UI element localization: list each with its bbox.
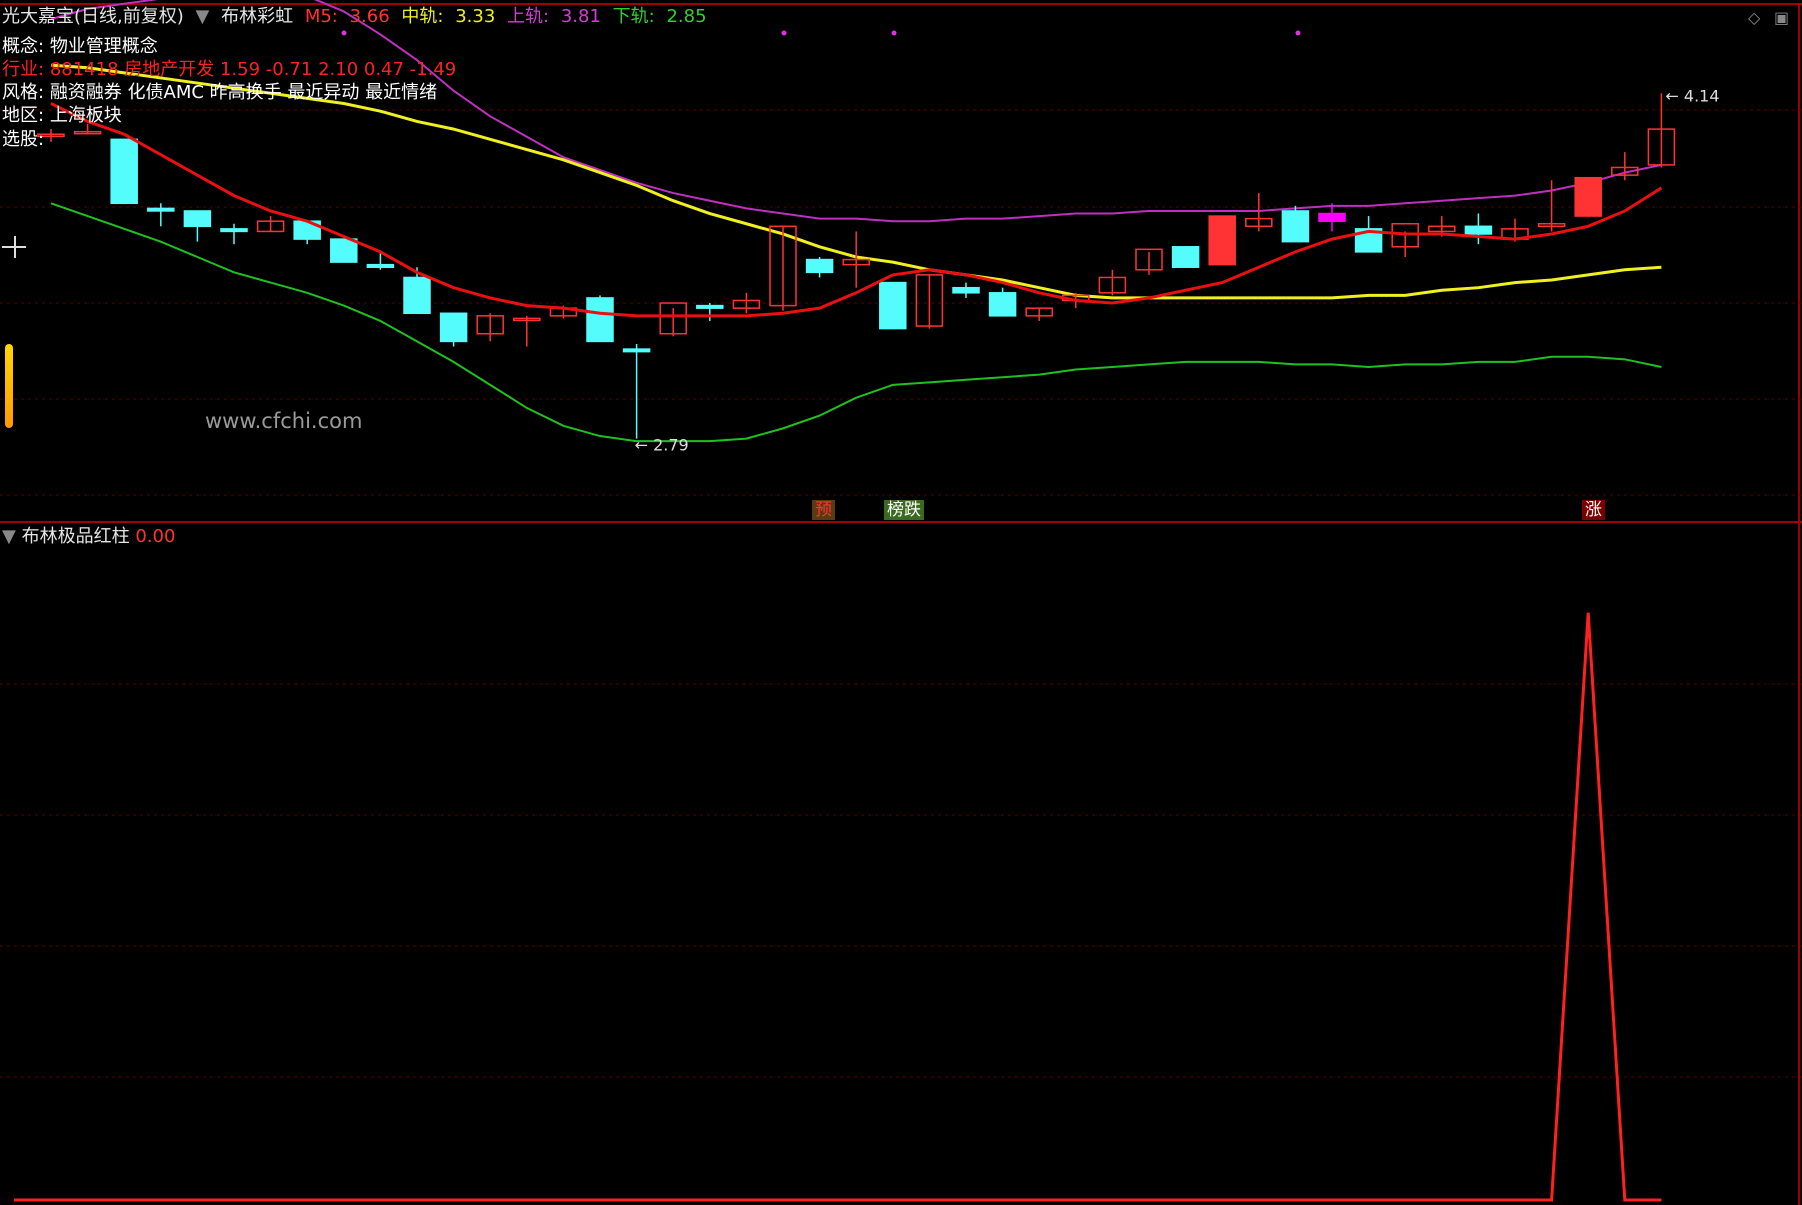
top-marker-dot: [781, 30, 787, 36]
candle-body: [622, 348, 651, 353]
info-concept: 概念: 物业管理概念: [2, 36, 158, 58]
upper-band-line: [50, 0, 1662, 223]
info-style: 风格: 融资融券 化债AMC 昨高换手 最近异动 最近情绪: [2, 82, 437, 104]
upper-label: 上轨: 3.81: [507, 6, 607, 27]
window-icon[interactable]: ▣: [1774, 8, 1789, 27]
signal-label-rise: 涨: [1582, 500, 1605, 520]
candle-body: [988, 292, 1017, 317]
top-marker-dot: [1295, 30, 1301, 36]
upper-value: 3.81: [560, 6, 601, 27]
candle-body: [1574, 176, 1602, 217]
style-value[interactable]: 融资融券 化债AMC 昨高换手 最近异动 最近情绪: [50, 82, 437, 103]
sub-indicator-name[interactable]: 布林极品红柱: [22, 526, 130, 547]
high-price-annotation: ← 4.14: [1665, 86, 1719, 105]
collapse-icon[interactable]: ▼: [196, 6, 210, 27]
sub-indicator-chart[interactable]: [0, 524, 1802, 1205]
candle-body: [403, 276, 431, 315]
lower-label: 下轨: 2.85: [613, 6, 713, 27]
candle-body: [110, 138, 138, 205]
mid-label: 中轨: 3.33: [401, 6, 501, 27]
candle-body: [1171, 246, 1200, 268]
watermark: www.cfchi.com: [205, 409, 363, 433]
low-price-annotation: ← 2.79: [635, 436, 689, 455]
m5-value: 3.66: [349, 6, 390, 27]
candle-body: [696, 304, 724, 309]
concept-value[interactable]: 物业管理概念: [50, 36, 158, 57]
candle-body: [366, 263, 395, 268]
candle-body: [330, 238, 358, 263]
top-marker-dot: [341, 30, 347, 36]
sub-collapse-icon[interactable]: ▼: [2, 526, 16, 547]
top-marker-dot: [891, 30, 897, 36]
candle-body: [439, 312, 468, 343]
candle-body: [183, 210, 212, 228]
m5-label-text: M5:: [304, 6, 338, 27]
header-legend: 光大嘉宝(日线,前复权) ▼ 布林彩虹 M5: 3.66 中轨: 3.33 上轨…: [2, 6, 713, 28]
mid-label-text: 中轨:: [401, 6, 444, 27]
candle-body: [1318, 212, 1346, 222]
mid-value: 3.33: [455, 6, 496, 27]
position-bar[interactable]: [5, 344, 13, 428]
style-label: 风格:: [2, 82, 45, 103]
upper-label-text: 上轨:: [507, 6, 550, 27]
region-label: 地区:: [2, 105, 45, 126]
concept-label: 概念:: [2, 36, 45, 57]
candle-body: [220, 228, 248, 233]
signal-label-drop: 榜跌: [884, 500, 924, 520]
region-value[interactable]: 上海板块: [50, 105, 122, 126]
info-industry: 行业: 881418 房地产开发 1.59 -0.71 2.10 0.47 -1…: [2, 59, 456, 81]
sub-indicator-value: 0.00: [135, 526, 176, 547]
candle-body: [805, 258, 834, 274]
lower-value: 2.85: [666, 6, 707, 27]
candle-body: [586, 297, 614, 343]
industry-label: 行业:: [2, 59, 45, 80]
candle-body: [879, 281, 907, 330]
candle-body: [1281, 210, 1310, 243]
sub-legend: ▼ 布林极品红柱 0.00: [2, 526, 175, 548]
indicator-name[interactable]: 布林彩虹: [221, 6, 293, 27]
info-region: 地区: 上海板块: [2, 105, 122, 127]
signal-label-pre: 预: [812, 500, 835, 520]
sub-series-line: [14, 612, 1662, 1202]
candle-body: [147, 207, 175, 212]
crosshair-cursor-vertical: [14, 236, 16, 258]
pick-label: 选股:: [2, 129, 45, 150]
lower-label-text: 下轨:: [612, 6, 655, 27]
m5-label: M5: 3.66: [305, 6, 396, 27]
diamond-icon[interactable]: ◇: [1748, 8, 1760, 27]
industry-value[interactable]: 881418 房地产开发 1.59 -0.71 2.10 0.47 -1.49: [50, 59, 456, 80]
candle-body: [1208, 215, 1236, 266]
stock-title[interactable]: 光大嘉宝(日线,前复权): [2, 6, 184, 27]
info-pick: 选股:: [2, 129, 44, 151]
candle-body: [952, 286, 980, 294]
candle-body: [1464, 225, 1493, 235]
